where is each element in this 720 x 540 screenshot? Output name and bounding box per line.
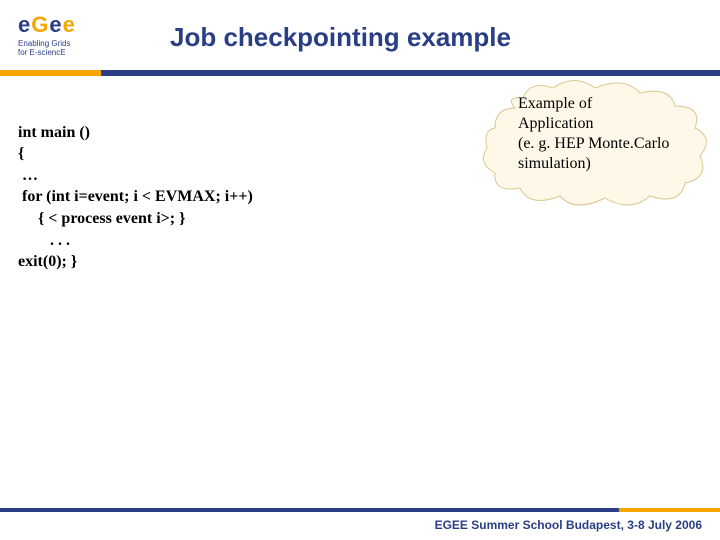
footer-text: EGEE Summer School Budapest, 3-8 July 20… [435, 518, 702, 532]
code-block: int main () { … for (int i=event; i < EV… [18, 100, 328, 273]
callout-text: Example of Application (e. g. HEP Monte.… [518, 94, 688, 174]
code-line: for (int i=event; i < EVMAX; i++) [18, 188, 253, 205]
code-line: { [18, 145, 24, 162]
code-line: exit(0); } [18, 253, 77, 270]
callout-line: simulation) [518, 155, 591, 172]
callout-line: Application [518, 115, 594, 132]
slide-title: Job checkpointing example [170, 22, 511, 53]
footer-divider [0, 508, 720, 512]
code-line: … [18, 167, 38, 184]
code-line: { < process event i>; } [18, 210, 185, 227]
logo-subtitle-line: Enabling Grids [18, 39, 70, 48]
logo-letter: e [18, 12, 31, 37]
logo-subtitle: Enabling Grids for E-sciencE [18, 40, 98, 58]
logo-letter: e [63, 12, 76, 37]
logo-subtitle-line: for E-sciencE [18, 48, 66, 57]
logo-brand: eGee [18, 12, 98, 38]
callout-bubble: Example of Application (e. g. HEP Monte.… [490, 80, 700, 200]
logo-letter: G [31, 12, 49, 37]
callout-line: Example of [518, 95, 592, 112]
code-line: . . . [18, 232, 70, 249]
callout-line: (e. g. HEP Monte.Carlo [518, 135, 669, 152]
logo: eGee Enabling Grids for E-sciencE [18, 12, 98, 58]
code-line: int main () [18, 124, 90, 141]
logo-letter: e [49, 12, 62, 37]
